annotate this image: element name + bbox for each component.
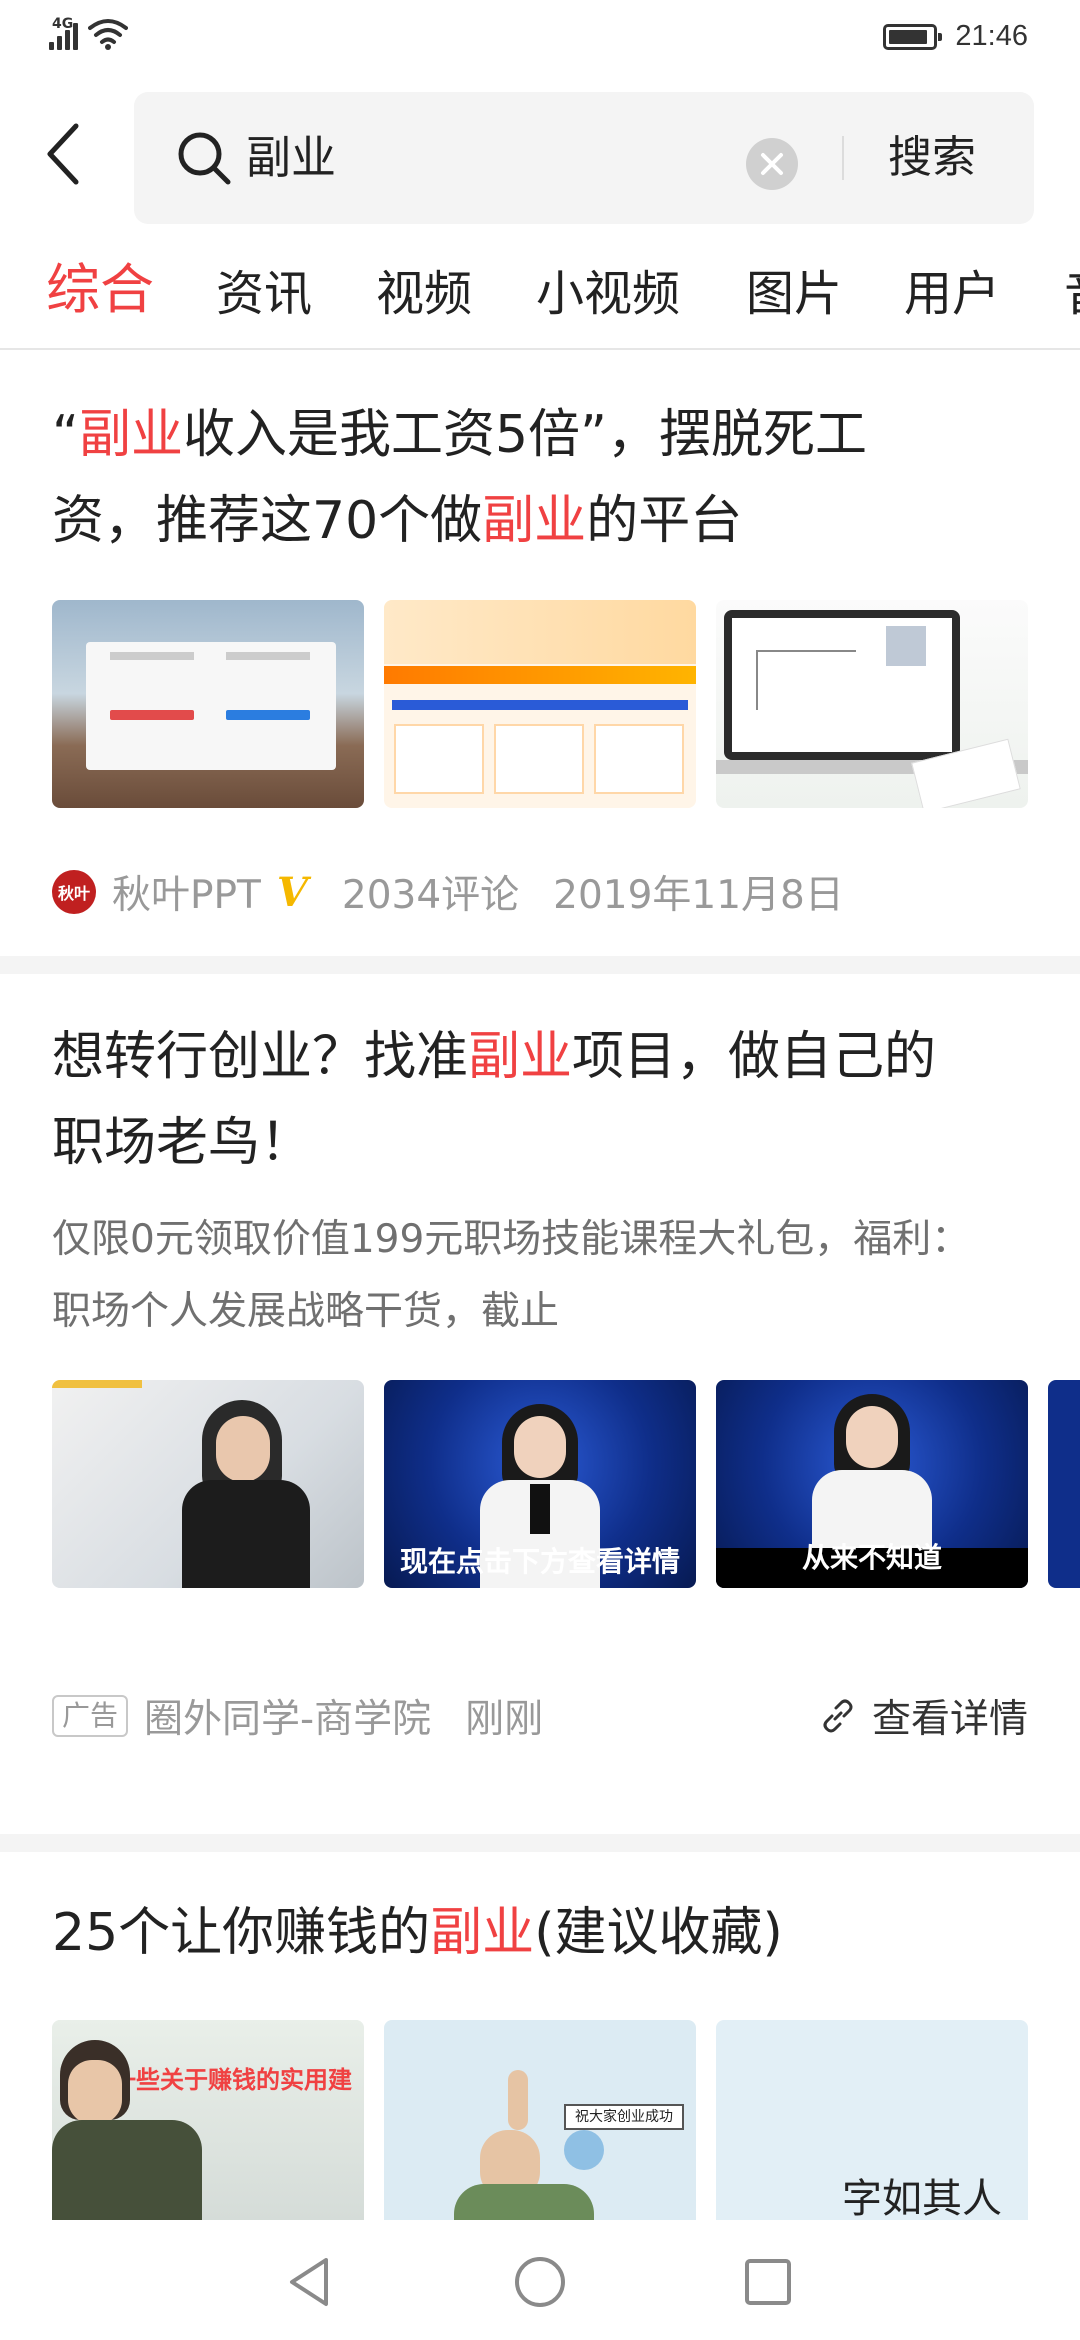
ad-thumbnail[interactable]: 从来不知道 xyxy=(716,1380,1028,1588)
search-input[interactable]: 副业 xyxy=(246,126,336,190)
ad-thumbnail[interactable] xyxy=(52,1380,364,1588)
ad-thumbnail[interactable] xyxy=(1048,1380,1080,1588)
card-divider xyxy=(0,1834,1080,1852)
wifi-icon xyxy=(88,19,129,50)
ad-thumbnail[interactable]: 现在点击下方查看详情 xyxy=(384,1380,696,1588)
battery-icon xyxy=(883,23,943,50)
article-thumbnail[interactable] xyxy=(384,600,696,808)
publish-date: 2019年11月8日 xyxy=(553,873,844,918)
nav-recents-icon[interactable] xyxy=(738,2252,798,2312)
search-icon xyxy=(178,132,231,185)
thumbnail-text: 一些关于赚钱的实用建 xyxy=(112,2066,352,2094)
avatar: 秋叶 xyxy=(52,870,96,914)
nav-home-icon[interactable] xyxy=(510,2252,570,2312)
thumbnail-text: 字如其人 xyxy=(842,2176,1002,2220)
search-bar[interactable]: 副业 搜索 xyxy=(134,92,1034,224)
article-title[interactable]: 25个让你赚钱的副业(建议收藏) xyxy=(52,1890,1032,1976)
tab-users[interactable]: 用户 xyxy=(904,262,1000,326)
article-thumbnail[interactable]: 字如其人 xyxy=(716,2020,1028,2220)
divider xyxy=(842,136,844,180)
back-arrow-icon[interactable] xyxy=(36,114,96,194)
article-thumbnail[interactable]: 一些关于赚钱的实用建 xyxy=(52,2020,364,2220)
publish-time: 刚刚 xyxy=(465,1697,544,1742)
card-divider xyxy=(0,956,1080,974)
tab-video[interactable]: 视频 xyxy=(376,262,472,326)
tab-music[interactable]: 音 xyxy=(1064,262,1080,326)
category-tabs: 综合 资讯 视频 小视频 图片 用户 音 xyxy=(0,240,1080,350)
article-thumbnail[interactable] xyxy=(716,600,1028,808)
view-details-label: 查看详情 xyxy=(871,1697,1028,1742)
article-meta: 秋叶 秋叶PPT V 2034评论 2019年11月8日 xyxy=(52,864,844,920)
ad-source[interactable]: 圈外同学-商学院 xyxy=(144,1688,431,1744)
article-thumbnail[interactable]: 祝大家创业成功 xyxy=(384,2020,696,2220)
clear-icon[interactable] xyxy=(746,138,798,190)
tab-comprehensive[interactable]: 综合 xyxy=(46,258,154,322)
search-button[interactable]: 搜索 xyxy=(888,126,976,190)
ad-badge: 广告 xyxy=(52,1695,129,1737)
search-header: 副业 搜索 xyxy=(0,76,1080,240)
author-name[interactable]: 秋叶PPT xyxy=(112,864,261,920)
thumbnail-text: 祝大家创业成功 xyxy=(564,2104,684,2130)
article-title[interactable]: 想转行创业？找准副业项目，做自己的 职场老鸟！ xyxy=(52,1014,1032,1186)
status-bar: 4G 21:46 xyxy=(0,0,1080,76)
ad-meta: 广告 圈外同学-商学院 刚刚 xyxy=(52,1688,543,1744)
link-icon xyxy=(823,1699,853,1733)
article-description: 仅限0元领取价值199元职场技能课程大礼包，福利： 职场个人发展战略干货，截止 xyxy=(52,1217,971,1334)
view-details-button[interactable]: 查看详情 xyxy=(818,1688,1028,1744)
thumbnail-caption: 现在点击下方查看详情 xyxy=(399,1545,680,1578)
tab-images[interactable]: 图片 xyxy=(746,262,842,326)
system-nav-bar xyxy=(0,2220,1080,2340)
comment-count: 2034评论 xyxy=(341,873,520,918)
tab-news[interactable]: 资讯 xyxy=(216,262,312,326)
article-title[interactable]: “副业收入是我工资5倍”，摆脱死工 资，推荐这70个做副业的平台 xyxy=(52,392,1032,564)
article-thumbnail[interactable] xyxy=(52,600,364,808)
network-type: 4G xyxy=(52,16,74,32)
nav-back-icon[interactable] xyxy=(280,2252,340,2312)
tab-short-video[interactable]: 小视频 xyxy=(536,262,680,326)
thumbnail-caption: 从来不知道 xyxy=(801,1541,942,1574)
clock: 21:46 xyxy=(955,20,1028,52)
verified-badge-icon: V xyxy=(276,868,308,916)
